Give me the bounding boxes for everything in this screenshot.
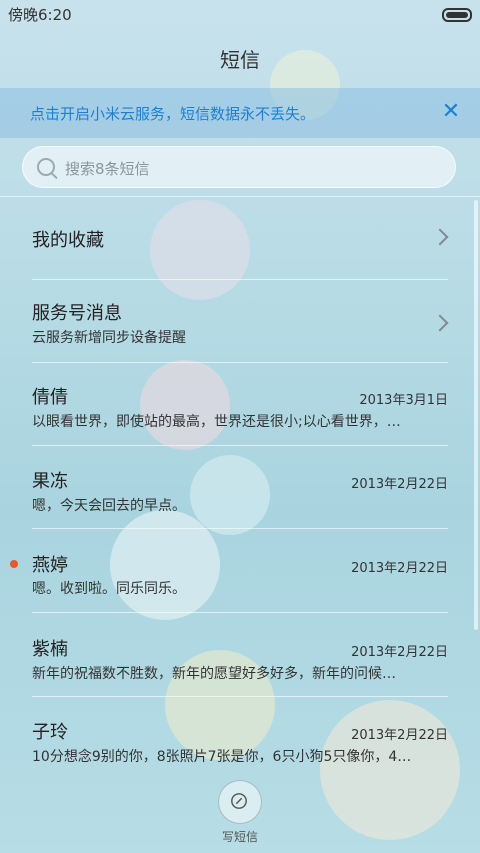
page-title: 短信 xyxy=(220,48,260,72)
conversation-row[interactable]: 果冻 2013年2月22日 嗯，今天会回去的早点。 xyxy=(0,446,480,529)
battery-icon xyxy=(442,8,472,22)
conversation-row[interactable]: 倩倩 2013年3月1日 以眼看世界，即使站的最高，世界还是很小;以心看世界，… xyxy=(0,363,480,446)
contact-name: 果冻 xyxy=(32,471,68,492)
message-date: 2013年2月22日 xyxy=(351,477,448,492)
search-icon xyxy=(37,158,55,176)
chevron-right-icon xyxy=(431,228,449,246)
service-label: 服务号消息 xyxy=(32,303,122,324)
contact-name: 紫楠 xyxy=(32,639,68,660)
message-snippet: 新年的祝福数不胜数，新年的愿望好多好多，新年的问候… xyxy=(32,666,396,682)
favorites-row[interactable]: 我的收藏 xyxy=(0,197,480,280)
contact-name: 子玲 xyxy=(32,722,68,743)
contact-name: 倩倩 xyxy=(32,387,68,408)
conversation-row[interactable]: 子玲 2013年2月22日 10分想念9别的你，8张照片7张是你，6只小狗5只像… xyxy=(0,697,480,780)
message-date: 2013年2月22日 xyxy=(351,645,448,660)
message-date: 2013年2月22日 xyxy=(351,561,448,576)
banner-text[interactable]: 点击开启小米云服务，短信数据永不丢失。 xyxy=(30,103,315,124)
message-snippet: 以眼看世界，即使站的最高，世界还是很小;以心看世界，… xyxy=(32,414,401,430)
status-bar: 傍晚6:20 xyxy=(0,0,480,26)
message-date: 2013年3月1日 xyxy=(359,393,448,408)
service-messages-row[interactable]: 服务号消息 云服务新增同步设备提醒 xyxy=(0,280,480,363)
cloud-service-banner[interactable]: 点击开启小米云服务，短信数据永不丢失。 ✕ xyxy=(0,88,480,138)
compose-label[interactable]: 写短信 xyxy=(200,828,280,845)
message-snippet: 10分想念9别的你，8张照片7张是你，6只小狗5只像你，4… xyxy=(32,749,412,765)
status-time: 傍晚6:20 xyxy=(8,6,72,24)
scrollbar[interactable] xyxy=(474,200,478,630)
close-icon[interactable]: ✕ xyxy=(438,99,464,125)
divider xyxy=(32,528,448,529)
message-snippet: 嗯。收到啦。同乐同乐。 xyxy=(32,581,186,597)
compose-icon xyxy=(231,793,247,809)
search-placeholder: 搜索8条短信 xyxy=(65,160,150,178)
service-subtitle: 云服务新增同步设备提醒 xyxy=(32,330,186,346)
conversation-row[interactable]: 紫楠 2013年2月22日 新年的祝福数不胜数，新年的愿望好多好多，新年的问候… xyxy=(0,614,480,697)
favorites-label: 我的收藏 xyxy=(32,230,104,251)
message-snippet: 嗯，今天会回去的早点。 xyxy=(32,498,186,514)
contact-name: 燕婷 xyxy=(32,555,68,576)
search-input[interactable]: 搜索8条短信 xyxy=(22,146,456,188)
message-date: 2013年2月22日 xyxy=(351,728,448,743)
compose-button[interactable] xyxy=(218,780,262,824)
divider xyxy=(32,612,448,613)
unread-indicator xyxy=(10,560,18,568)
conversation-row[interactable]: 燕婷 2013年2月22日 嗯。收到啦。同乐同乐。 xyxy=(0,530,480,613)
